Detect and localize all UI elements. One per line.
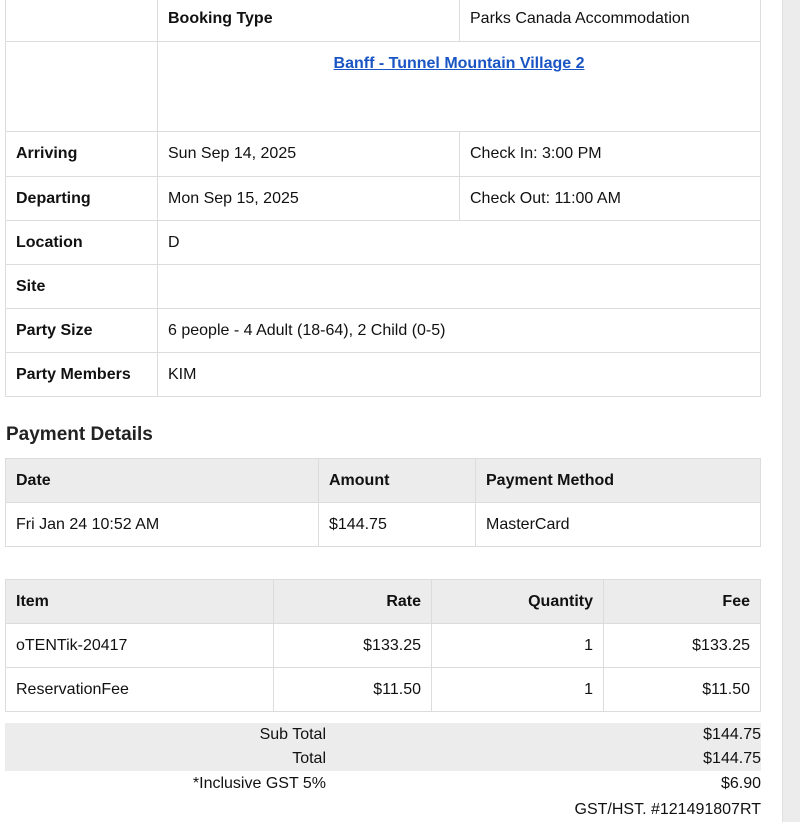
gst-row: *Inclusive GST 5% $6.90	[5, 772, 761, 796]
items-header-item: Item	[5, 579, 274, 624]
item-fee: $11.50	[603, 667, 761, 712]
table-row: ReservationFee $11.50 1 $11.50	[5, 667, 761, 712]
party-members-value: KIM	[157, 352, 761, 397]
items-header-fee: Fee	[603, 579, 761, 624]
items-header-rate: Rate	[273, 579, 432, 624]
payment-amount: $144.75	[318, 502, 476, 547]
item-fee: $133.25	[603, 623, 761, 668]
party-size-label: Party Size	[5, 308, 158, 353]
departing-label: Departing	[5, 176, 158, 221]
subtotal-row: Sub Total $144.75	[5, 723, 761, 747]
payment-table: Date Amount Payment Method Fri Jan 24 10…	[5, 458, 761, 547]
site-link-blank-cell	[5, 41, 158, 132]
total-label: Total	[292, 750, 326, 767]
item-name: oTENTik-20417	[5, 623, 274, 668]
booking-type-value: Parks Canada Accommodation	[459, 0, 761, 42]
total-value: $144.75	[703, 750, 761, 767]
gst-label: *Inclusive GST 5%	[192, 775, 326, 792]
payment-header-date: Date	[5, 458, 319, 503]
gst-number-row: GST/HST. #121491807RT	[5, 798, 761, 822]
check-out-time: Check Out: 11:00 AM	[459, 176, 761, 221]
gst-number: GST/HST. #121491807RT	[574, 801, 761, 818]
departing-date: Mon Sep 15, 2025	[157, 176, 460, 221]
site-link-cell: Banff - Tunnel Mountain Village 2	[157, 41, 761, 132]
items-table: Item Rate Quantity Fee oTENTik-20417 $13…	[5, 579, 761, 712]
item-quantity: 1	[431, 667, 604, 712]
payment-header-row: Date Amount Payment Method	[5, 458, 761, 503]
item-rate: $133.25	[273, 623, 432, 668]
site-name-link[interactable]: Banff - Tunnel Mountain Village 2	[334, 55, 585, 72]
payment-row: Fri Jan 24 10:52 AM $144.75 MasterCard	[5, 502, 761, 547]
payment-header-amount: Amount	[318, 458, 476, 503]
arriving-label: Arriving	[5, 131, 158, 177]
booking-details-table: Booking Type Parks Canada Accommodation …	[5, 0, 761, 397]
site-value	[157, 264, 761, 309]
item-quantity: 1	[431, 623, 604, 668]
check-in-time: Check In: 3:00 PM	[459, 131, 761, 177]
vertical-scrollbar[interactable]	[782, 0, 800, 822]
subtotal-value: $144.75	[703, 726, 761, 743]
payment-details-heading: Payment Details	[6, 424, 153, 445]
booking-blank-cell	[5, 0, 158, 42]
total-row: Total $144.75	[5, 747, 761, 771]
party-members-label: Party Members	[5, 352, 158, 397]
arriving-date: Sun Sep 14, 2025	[157, 131, 460, 177]
table-row: oTENTik-20417 $133.25 1 $133.25	[5, 623, 761, 668]
item-rate: $11.50	[273, 667, 432, 712]
payment-method: MasterCard	[475, 502, 761, 547]
booking-type-label: Booking Type	[157, 0, 460, 42]
site-label: Site	[5, 264, 158, 309]
gst-value: $6.90	[720, 775, 761, 792]
items-header-row: Item Rate Quantity Fee	[5, 579, 761, 624]
payment-date: Fri Jan 24 10:52 AM	[5, 502, 319, 547]
location-value: D	[157, 220, 761, 265]
party-size-value: 6 people - 4 Adult (18-64), 2 Child (0-5…	[157, 308, 761, 353]
item-name: ReservationFee	[5, 667, 274, 712]
items-header-quantity: Quantity	[431, 579, 604, 624]
location-label: Location	[5, 220, 158, 265]
subtotal-label: Sub Total	[259, 726, 326, 743]
payment-header-method: Payment Method	[475, 458, 761, 503]
